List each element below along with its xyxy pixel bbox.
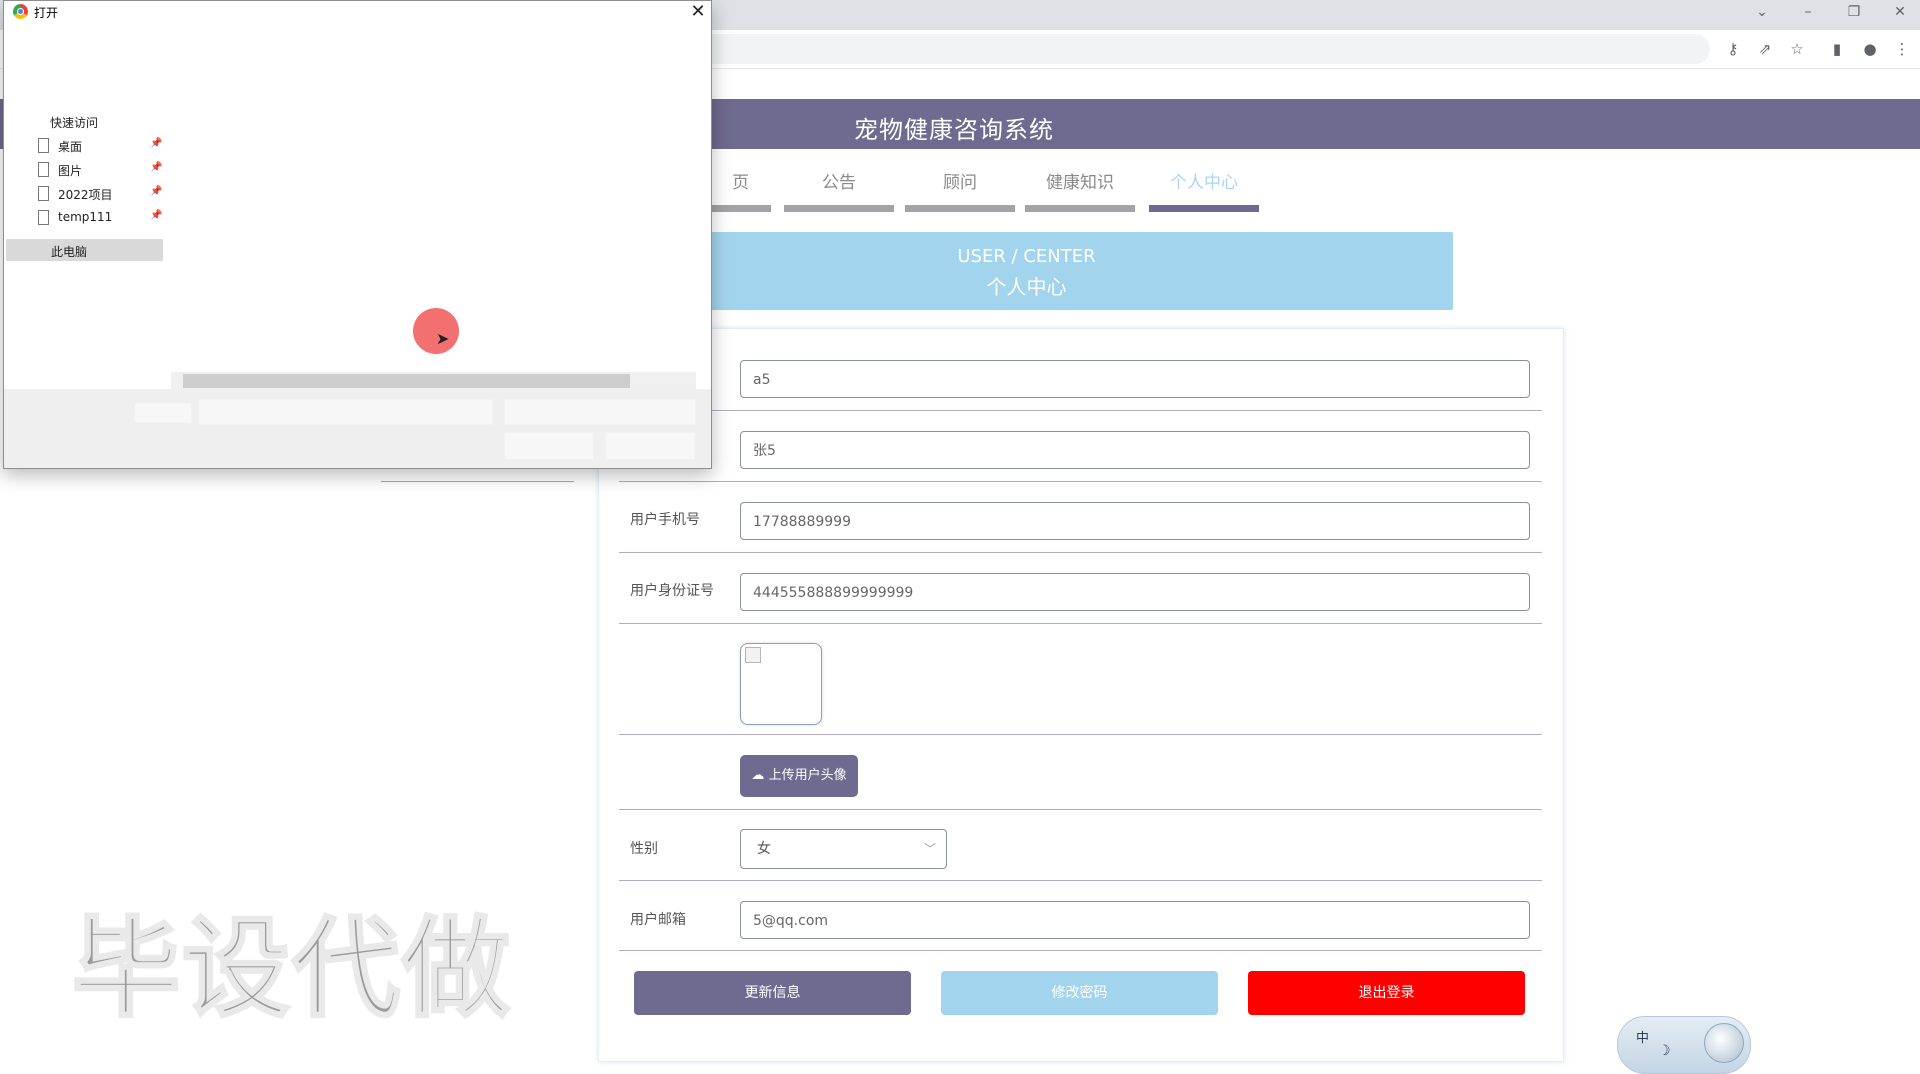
banner-english-title: USER / CENTER xyxy=(957,246,1096,267)
moon-icon: ☽ xyxy=(1658,1043,1671,1059)
upload-avatar-label: 上传用户头像 xyxy=(768,768,847,783)
quick-access-item[interactable]: 桌面 📌 xyxy=(38,137,168,155)
nav-consultant-label: 顾问 xyxy=(943,173,977,193)
file-open-dialog: 打开 ✕ 快速访问 桌面 📌 图片 📌 2022项目 📌 temp111 📌 此… xyxy=(3,0,712,469)
address-bar[interactable] xyxy=(600,34,1710,64)
share-icon[interactable]: ⇗ xyxy=(1755,39,1775,59)
watermark-text: 毕设代做 xyxy=(70,906,513,1034)
document-icon xyxy=(38,138,49,153)
update-info-button[interactable]: 更新信息 xyxy=(634,971,911,1015)
ime-mode-label: 中 xyxy=(1636,1031,1650,1046)
dialog-footer xyxy=(4,389,711,468)
restore-icon[interactable]: ❐ xyxy=(1839,4,1869,20)
quick-access-heading[interactable]: 快速访问 xyxy=(50,114,98,131)
row-divider xyxy=(619,734,1542,735)
pin-icon: 📌 xyxy=(150,138,163,149)
profile-icon[interactable]: ● xyxy=(1860,39,1880,59)
nav-underline-active xyxy=(1149,205,1259,212)
row-divider xyxy=(619,410,1542,411)
avatar-preview xyxy=(740,643,822,725)
email-label: 用户邮箱 xyxy=(630,912,686,928)
row-divider xyxy=(619,552,1542,553)
document-icon xyxy=(38,162,49,177)
logout-button[interactable]: 退出登录 xyxy=(1248,971,1525,1015)
filetype-select[interactable] xyxy=(504,399,696,425)
close-window-icon[interactable]: ✕ xyxy=(1885,4,1915,20)
document-icon xyxy=(38,210,49,225)
tab-search-icon[interactable]: ⌄ xyxy=(1747,4,1777,20)
open-button[interactable] xyxy=(504,432,594,460)
site-title: 宠物健康咨询系统 xyxy=(854,116,1054,144)
row-divider xyxy=(619,950,1542,951)
filename-input[interactable] xyxy=(198,399,493,425)
close-icon[interactable]: ✕ xyxy=(687,1,709,23)
row-divider xyxy=(619,481,1542,482)
horizontal-scrollbar-thumb[interactable] xyxy=(183,374,630,388)
quick-access-item[interactable]: 图片 📌 xyxy=(38,161,168,179)
row-divider xyxy=(619,809,1542,810)
phone-input[interactable]: 17788889999 xyxy=(740,502,1530,540)
key-icon[interactable]: ⚷ xyxy=(1723,39,1743,59)
account-input[interactable]: a5 xyxy=(740,360,1530,398)
chevron-down-icon: ﹀ xyxy=(923,842,936,856)
nav-personal-center-label: 个人中心 xyxy=(1170,173,1238,193)
phone-label: 用户手机号 xyxy=(630,512,700,528)
this-pc-item[interactable]: 此电脑 xyxy=(6,239,163,261)
row-divider xyxy=(619,880,1542,881)
side-panel-icon[interactable]: ▮ xyxy=(1827,39,1847,59)
left-divider xyxy=(381,481,574,482)
quick-access-item-label: 图片 xyxy=(58,164,83,178)
ime-toggle[interactable]: 中 ☽ xyxy=(1617,1016,1751,1074)
nav-notice[interactable]: 公告 xyxy=(784,168,894,212)
nav-underline xyxy=(905,205,1015,212)
quick-access-item[interactable]: 2022项目 📌 xyxy=(38,185,168,203)
gender-label: 性别 xyxy=(630,841,658,857)
gender-select[interactable]: 女 ﹀ xyxy=(740,829,947,869)
pin-icon: 📌 xyxy=(150,186,163,197)
bookmark-star-icon[interactable]: ☆ xyxy=(1787,39,1807,59)
quick-access-item-label: 2022项目 xyxy=(58,188,113,202)
cloud-upload-icon: ☁ xyxy=(751,768,765,783)
email-input[interactable]: 5@qq.com xyxy=(740,901,1530,939)
upload-avatar-button[interactable]: ☁ 上传用户头像 xyxy=(740,755,858,797)
cancel-button[interactable] xyxy=(605,432,695,460)
section-banner: USER / CENTER 个人中心 xyxy=(600,232,1453,310)
idcard-input[interactable]: 444555888899999999 xyxy=(740,573,1530,611)
this-pc-label: 此电脑 xyxy=(51,245,88,259)
document-icon xyxy=(38,186,49,201)
dialog-titlebar: 打开 ✕ xyxy=(4,1,711,23)
nav-underline xyxy=(1025,205,1135,212)
nav-consultant[interactable]: 顾问 xyxy=(905,168,1015,212)
filename-label xyxy=(134,403,192,423)
nav-personal-center[interactable]: 个人中心 xyxy=(1149,168,1259,212)
pin-icon: 📌 xyxy=(150,210,163,221)
row-divider xyxy=(619,623,1542,624)
quick-access-item[interactable]: temp111 📌 xyxy=(38,209,168,227)
name-input[interactable]: 张5 xyxy=(740,431,1530,469)
broken-image-icon xyxy=(745,647,761,663)
nav-health-knowledge[interactable]: 健康知识 xyxy=(1025,168,1135,212)
nav-notice-label: 公告 xyxy=(822,173,856,193)
menu-icon[interactable]: ⋮ xyxy=(1892,39,1912,59)
quick-access-item-label: 桌面 xyxy=(58,140,83,154)
change-password-button[interactable]: 修改密码 xyxy=(941,971,1218,1015)
nav-health-knowledge-label: 健康知识 xyxy=(1046,173,1114,193)
ime-knob-icon xyxy=(1704,1023,1744,1063)
mouse-cursor-icon: ➤ xyxy=(436,329,450,348)
banner-chinese-title: 个人中心 xyxy=(986,275,1067,299)
dialog-title: 打开 xyxy=(34,6,59,20)
chrome-logo-icon xyxy=(13,4,28,19)
idcard-label: 用户身份证号 xyxy=(630,583,714,599)
minimize-icon[interactable]: – xyxy=(1793,4,1823,20)
quick-access-item-label: temp111 xyxy=(58,210,113,224)
nav-underline xyxy=(784,205,894,212)
gender-value: 女 xyxy=(757,841,771,857)
pin-icon: 📌 xyxy=(150,162,163,173)
